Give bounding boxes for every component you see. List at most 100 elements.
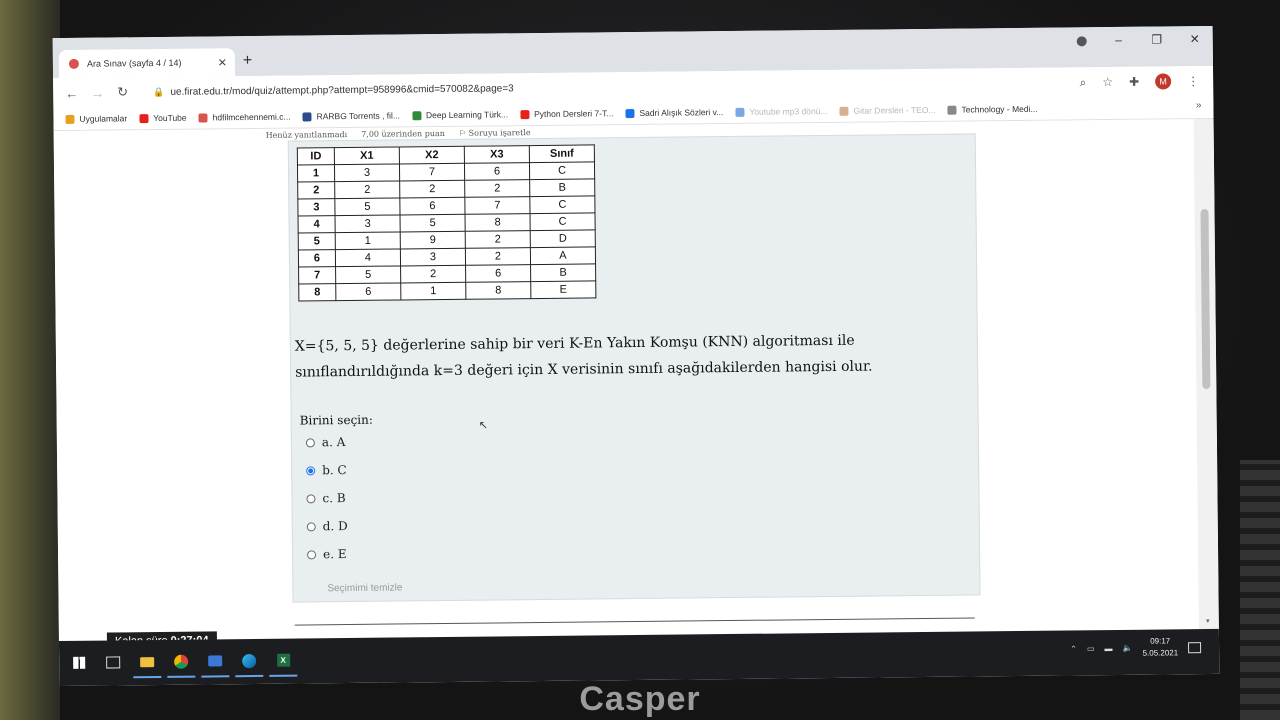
radio-button[interactable] bbox=[306, 521, 316, 531]
table-cell: 2 bbox=[465, 247, 531, 266]
edge-button[interactable] bbox=[235, 646, 264, 677]
bookmark-favicon-icon bbox=[839, 106, 849, 116]
tab-title: Ara Sınav (sayfa 4 / 14) bbox=[86, 57, 182, 69]
flag-question-link[interactable]: ⚐ Soruyu işaretle bbox=[459, 128, 531, 138]
bookmark-favicon-icon bbox=[735, 107, 745, 117]
radio-button[interactable] bbox=[306, 493, 316, 503]
option-label: a. A bbox=[321, 435, 346, 450]
close-tab-icon[interactable]: ✕ bbox=[218, 56, 227, 69]
task-view-icon bbox=[106, 655, 121, 669]
scrollbar-thumb[interactable] bbox=[1200, 208, 1211, 390]
bookmark-item[interactable]: Uygulamalar bbox=[65, 113, 127, 124]
excel-button[interactable]: X bbox=[269, 646, 298, 677]
clock-date: 5.05.2021 bbox=[1142, 648, 1179, 658]
column-header: X1 bbox=[334, 146, 400, 165]
table-cell: 7 bbox=[399, 163, 465, 181]
volume-icon[interactable]: 🔈 bbox=[1122, 643, 1132, 652]
network-icon[interactable]: ▭ bbox=[1087, 644, 1095, 653]
table-cell: 2 bbox=[297, 181, 335, 200]
record-icon[interactable] bbox=[1076, 36, 1087, 47]
start-button[interactable] bbox=[65, 648, 93, 678]
bookmark-favicon-icon bbox=[65, 114, 75, 124]
task-view-button[interactable] bbox=[99, 648, 127, 678]
flag-icon: ⚐ bbox=[458, 128, 467, 138]
flag-question-label: Soruyu işaretle bbox=[468, 128, 531, 138]
answer-option[interactable]: a. A bbox=[305, 435, 346, 450]
option-label: c. B bbox=[322, 491, 346, 506]
minimize-icon[interactable]: – bbox=[1113, 33, 1125, 47]
answer-option[interactable]: e. E bbox=[307, 547, 347, 561]
extensions-icon[interactable]: ✚ bbox=[1129, 75, 1139, 89]
profile-avatar[interactable]: M bbox=[1155, 73, 1172, 90]
bookmark-item[interactable]: RARBG Torrents , fil... bbox=[302, 110, 400, 121]
scroll-down-icon[interactable]: ▼ bbox=[1205, 619, 1211, 625]
url-field[interactable]: ue.firat.edu.tr/mod/quiz/attempt.php?att… bbox=[170, 83, 513, 98]
bookmark-label: RARBG Torrents , fil... bbox=[316, 110, 401, 122]
answer-option[interactable]: d. D bbox=[306, 519, 348, 533]
mail-icon bbox=[208, 655, 223, 667]
bookmark-item[interactable]: Youtube mp3 dönü... bbox=[735, 105, 828, 117]
bookmark-item[interactable]: hdfilmcehennemi.c... bbox=[198, 112, 291, 123]
excel-icon: X bbox=[276, 653, 290, 667]
new-tab-icon[interactable]: + bbox=[243, 52, 253, 70]
answer-option[interactable]: c. B bbox=[306, 491, 346, 506]
table-cell: 3 bbox=[334, 163, 400, 182]
bookmark-favicon-icon bbox=[198, 112, 208, 123]
reload-icon[interactable]: ↻ bbox=[117, 84, 131, 100]
answer-option[interactable]: b. C bbox=[306, 463, 347, 477]
notification-icon[interactable] bbox=[1188, 641, 1202, 653]
bookmark-item[interactable]: Sadri Alışık Sözleri v... bbox=[625, 107, 723, 118]
browser-tab[interactable]: Ara Sınav (sayfa 4 / 14) ✕ bbox=[58, 48, 236, 79]
radio-button[interactable] bbox=[305, 437, 315, 447]
radio-button[interactable] bbox=[307, 549, 317, 559]
file-explorer-button[interactable] bbox=[133, 647, 162, 678]
bookmark-label: Youtube mp3 dönü... bbox=[749, 105, 828, 117]
close-window-icon[interactable]: ✕ bbox=[1189, 32, 1201, 46]
folder-icon bbox=[140, 656, 155, 667]
menu-icon[interactable]: ⋮ bbox=[1187, 74, 1199, 88]
table-cell: B bbox=[530, 263, 596, 282]
column-header: ID bbox=[297, 147, 335, 166]
windows-icon bbox=[73, 656, 86, 669]
table-cell: 8 bbox=[298, 283, 336, 302]
bookmark-item[interactable]: Gitar Dersleri - TEO... bbox=[839, 105, 936, 116]
lock-icon[interactable]: 🔒 bbox=[153, 86, 164, 97]
bookmark-item[interactable]: YouTube bbox=[139, 113, 187, 123]
more-bookmarks-icon[interactable]: » bbox=[1196, 100, 1202, 111]
answer-prompt: Birini seçin: bbox=[299, 412, 373, 428]
table-cell: 3 bbox=[335, 214, 401, 233]
edge-icon bbox=[242, 653, 257, 668]
table-cell: C bbox=[529, 195, 595, 214]
restore-icon[interactable]: ❐ bbox=[1151, 32, 1163, 46]
bookmark-label: Deep Learning Türk... bbox=[425, 109, 509, 121]
table-row: 8618E bbox=[298, 280, 596, 302]
bookmark-favicon-icon bbox=[411, 110, 422, 120]
battery-icon[interactable]: ▬ bbox=[1104, 644, 1112, 653]
back-icon[interactable]: ← bbox=[65, 85, 79, 100]
table-cell: 4 bbox=[298, 215, 336, 234]
mail-button[interactable] bbox=[201, 646, 230, 678]
bookmark-star-icon[interactable]: ☆ bbox=[1102, 75, 1113, 89]
chrome-button[interactable] bbox=[167, 647, 196, 678]
clock[interactable]: 09:17 5.05.2021 bbox=[1142, 635, 1178, 659]
forward-icon[interactable]: → bbox=[91, 85, 105, 100]
table-cell: 5 bbox=[298, 232, 336, 251]
table-cell: 2 bbox=[465, 230, 531, 249]
table-cell: 1 bbox=[335, 231, 401, 250]
radio-button[interactable] bbox=[306, 465, 316, 475]
site-favicon-icon bbox=[68, 58, 79, 69]
table-cell: C bbox=[530, 212, 596, 231]
table-cell: 3 bbox=[297, 198, 336, 217]
bookmark-item[interactable]: Deep Learning Türk... bbox=[411, 109, 509, 121]
bookmark-item[interactable]: Technology - Medi... bbox=[947, 104, 1038, 115]
mouse-cursor-icon: ↖ bbox=[478, 419, 489, 432]
bookmark-favicon-icon bbox=[302, 111, 312, 121]
data-table: ID X1 X2 X3 Sınıf 1376C2222B3567C4358C5192D6… bbox=[296, 144, 597, 302]
table-cell: C bbox=[529, 161, 595, 180]
bookmark-item[interactable]: Python Dersleri 7-T... bbox=[520, 108, 613, 119]
table-cell: 2 bbox=[464, 179, 530, 198]
clear-choice-link[interactable]: Seçimimi temizle bbox=[327, 582, 402, 594]
table-cell: 5 bbox=[335, 265, 401, 284]
chevron-up-icon[interactable]: ⌃ bbox=[1070, 644, 1077, 653]
zoom-icon[interactable]: ⌕ bbox=[1080, 75, 1087, 90]
